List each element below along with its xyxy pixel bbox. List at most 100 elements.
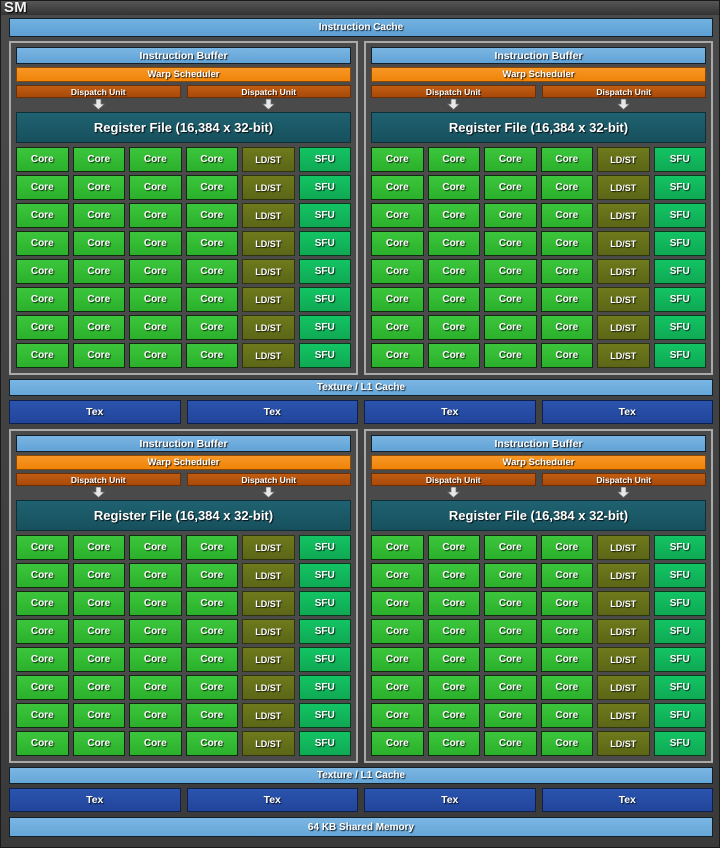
ldst-unit[interactable]: LD/ST (597, 563, 650, 588)
ldst-unit[interactable]: LD/ST (597, 175, 650, 200)
tex-unit[interactable]: Tex (541, 788, 713, 812)
sfu-unit[interactable]: SFU (653, 343, 706, 368)
ldst-unit[interactable]: LD/ST (242, 535, 295, 560)
core-unit[interactable]: Core (129, 343, 182, 368)
core-unit[interactable]: Core (371, 259, 424, 284)
ldst-unit[interactable]: LD/ST (597, 259, 650, 284)
core-unit[interactable]: Core (129, 287, 182, 312)
sfu-unit[interactable]: SFU (298, 563, 351, 588)
ldst-unit[interactable]: LD/ST (242, 343, 295, 368)
core-unit[interactable]: Core (540, 175, 593, 200)
core-unit[interactable]: Core (129, 731, 182, 756)
ldst-unit[interactable]: LD/ST (242, 703, 295, 728)
sfu-unit[interactable]: SFU (298, 343, 351, 368)
core-unit[interactable]: Core (129, 619, 182, 644)
core-unit[interactable]: Core (72, 231, 125, 256)
sfu-unit[interactable]: SFU (653, 591, 706, 616)
sfu-unit[interactable]: SFU (298, 315, 351, 340)
core-unit[interactable]: Core (16, 287, 69, 312)
core-unit[interactable]: Core (484, 591, 537, 616)
core-unit[interactable]: Core (427, 703, 480, 728)
ldst-unit[interactable]: LD/ST (597, 647, 650, 672)
core-unit[interactable]: Core (129, 563, 182, 588)
core-unit[interactable]: Core (484, 343, 537, 368)
core-unit[interactable]: Core (540, 259, 593, 284)
core-unit[interactable]: Core (16, 619, 69, 644)
ldst-unit[interactable]: LD/ST (597, 619, 650, 644)
core-unit[interactable]: Core (540, 731, 593, 756)
core-unit[interactable]: Core (484, 287, 537, 312)
core-unit[interactable]: Core (371, 231, 424, 256)
core-unit[interactable]: Core (371, 591, 424, 616)
core-unit[interactable]: Core (427, 315, 480, 340)
core-unit[interactable]: Core (540, 147, 593, 172)
ldst-unit[interactable]: LD/ST (242, 203, 295, 228)
core-unit[interactable]: Core (371, 731, 424, 756)
ldst-unit[interactable]: LD/ST (597, 343, 650, 368)
ldst-unit[interactable]: LD/ST (242, 231, 295, 256)
ldst-unit[interactable]: LD/ST (597, 731, 650, 756)
ldst-unit[interactable]: LD/ST (242, 647, 295, 672)
core-unit[interactable]: Core (484, 563, 537, 588)
sfu-unit[interactable]: SFU (298, 591, 351, 616)
core-unit[interactable]: Core (371, 203, 424, 228)
sfu-unit[interactable]: SFU (653, 315, 706, 340)
sfu-unit[interactable]: SFU (653, 203, 706, 228)
sfu-unit[interactable]: SFU (298, 203, 351, 228)
core-unit[interactable]: Core (427, 591, 480, 616)
core-unit[interactable]: Core (540, 591, 593, 616)
core-unit[interactable]: Core (72, 175, 125, 200)
tex-unit[interactable]: Tex (9, 788, 181, 812)
core-unit[interactable]: Core (185, 647, 238, 672)
ldst-unit[interactable]: LD/ST (242, 147, 295, 172)
core-unit[interactable]: Core (427, 647, 480, 672)
core-unit[interactable]: Core (129, 703, 182, 728)
tex-unit[interactable]: Tex (364, 400, 536, 424)
tex-unit[interactable]: Tex (364, 788, 536, 812)
core-unit[interactable]: Core (371, 647, 424, 672)
core-unit[interactable]: Core (540, 675, 593, 700)
sfu-unit[interactable]: SFU (653, 675, 706, 700)
ldst-unit[interactable]: LD/ST (242, 315, 295, 340)
core-unit[interactable]: Core (16, 675, 69, 700)
core-unit[interactable]: Core (185, 203, 238, 228)
core-unit[interactable]: Core (484, 203, 537, 228)
core-unit[interactable]: Core (540, 703, 593, 728)
core-unit[interactable]: Core (484, 259, 537, 284)
core-unit[interactable]: Core (427, 147, 480, 172)
core-unit[interactable]: Core (371, 343, 424, 368)
core-unit[interactable]: Core (484, 675, 537, 700)
core-unit[interactable]: Core (484, 147, 537, 172)
core-unit[interactable]: Core (540, 647, 593, 672)
core-unit[interactable]: Core (185, 343, 238, 368)
core-unit[interactable]: Core (185, 231, 238, 256)
core-unit[interactable]: Core (371, 287, 424, 312)
core-unit[interactable]: Core (16, 703, 69, 728)
core-unit[interactable]: Core (427, 175, 480, 200)
core-unit[interactable]: Core (16, 315, 69, 340)
sfu-unit[interactable]: SFU (298, 647, 351, 672)
core-unit[interactable]: Core (129, 535, 182, 560)
core-unit[interactable]: Core (427, 675, 480, 700)
core-unit[interactable]: Core (427, 563, 480, 588)
core-unit[interactable]: Core (185, 619, 238, 644)
core-unit[interactable]: Core (72, 315, 125, 340)
core-unit[interactable]: Core (129, 203, 182, 228)
ldst-unit[interactable]: LD/ST (242, 675, 295, 700)
core-unit[interactable]: Core (427, 259, 480, 284)
core-unit[interactable]: Core (371, 175, 424, 200)
core-unit[interactable]: Core (484, 535, 537, 560)
sfu-unit[interactable]: SFU (653, 647, 706, 672)
core-unit[interactable]: Core (185, 703, 238, 728)
sfu-unit[interactable]: SFU (653, 259, 706, 284)
core-unit[interactable]: Core (371, 675, 424, 700)
sfu-unit[interactable]: SFU (653, 231, 706, 256)
tex-unit[interactable]: Tex (541, 400, 713, 424)
sfu-unit[interactable]: SFU (298, 147, 351, 172)
core-unit[interactable]: Core (185, 259, 238, 284)
core-unit[interactable]: Core (484, 731, 537, 756)
core-unit[interactable]: Core (16, 591, 69, 616)
core-unit[interactable]: Core (185, 175, 238, 200)
sfu-unit[interactable]: SFU (298, 231, 351, 256)
sfu-unit[interactable]: SFU (653, 731, 706, 756)
